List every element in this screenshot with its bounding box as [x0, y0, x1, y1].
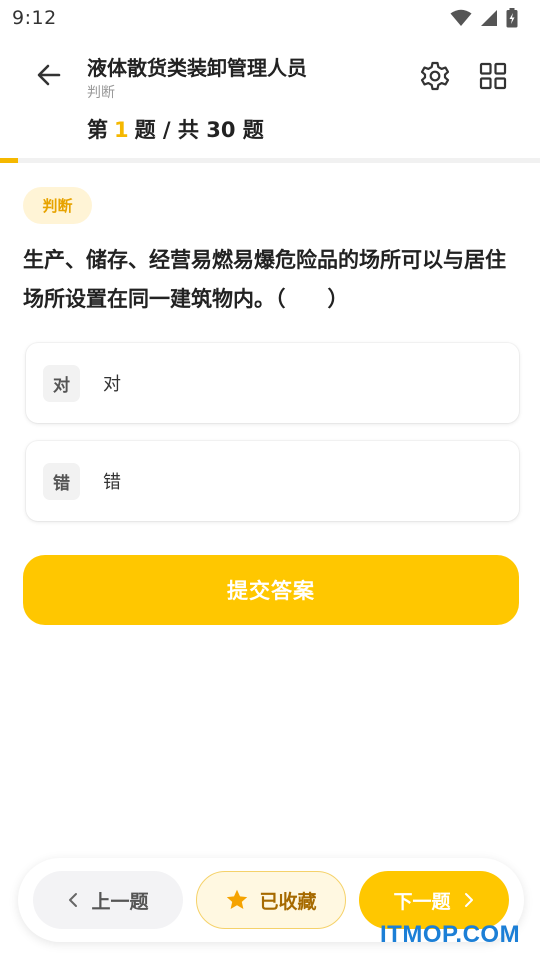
watermark: ITMOP.COM: [380, 921, 521, 948]
progress-current: 1: [114, 118, 129, 142]
progress-middle: 题 / 共: [134, 118, 199, 142]
question-progress: 第1题 / 共 30 题: [87, 114, 264, 144]
option-text: 对: [103, 374, 121, 395]
option-key: 对: [43, 364, 80, 402]
submit-answer-button[interactable]: 提交答案: [23, 555, 519, 625]
status-bar: 9:12: [0, 0, 540, 36]
option-false[interactable]: 错 错: [26, 441, 519, 521]
previous-label: 上一题: [91, 890, 149, 913]
option-true[interactable]: 对 对: [26, 343, 519, 423]
question-type-badge: 判断: [23, 187, 92, 224]
back-button[interactable]: [32, 58, 66, 92]
page-title: 液体散货类装卸管理人员: [87, 56, 307, 80]
progress-bar: [0, 158, 540, 163]
chevron-right-icon: [464, 893, 473, 907]
header: 液体散货类装卸管理人员 判断 第1题 / 共 30 题: [0, 36, 540, 158]
question-grid-button[interactable]: [475, 58, 511, 94]
progress-bar-fill: [0, 158, 18, 163]
grid-icon: [479, 62, 507, 90]
page-subtitle: 判断: [87, 85, 115, 101]
wifi-icon: [450, 9, 472, 26]
favorite-label: 已收藏: [259, 890, 317, 913]
progress-total: 30: [206, 118, 236, 142]
battery-icon: [506, 8, 518, 28]
status-icons: [450, 8, 518, 28]
settings-button[interactable]: [417, 58, 453, 94]
arrow-left-icon: [37, 64, 61, 86]
previous-question-button[interactable]: 上一题: [33, 871, 183, 929]
gear-icon: [420, 61, 450, 91]
favorite-button[interactable]: 已收藏: [196, 871, 346, 929]
chevron-left-icon: [69, 893, 78, 907]
next-label: 下一题: [393, 890, 451, 913]
option-text: 错: [103, 472, 121, 493]
option-key: 错: [43, 462, 80, 500]
star-icon: [227, 889, 248, 909]
question-text: 生产、储存、经营易燃易爆危险品的场所可以与居住场所设置在同一建筑物内。（ ）: [23, 248, 506, 311]
signal-icon: [481, 10, 497, 26]
progress-suffix: 题: [242, 118, 264, 142]
status-time: 9:12: [12, 7, 57, 29]
progress-prefix: 第: [87, 118, 108, 142]
